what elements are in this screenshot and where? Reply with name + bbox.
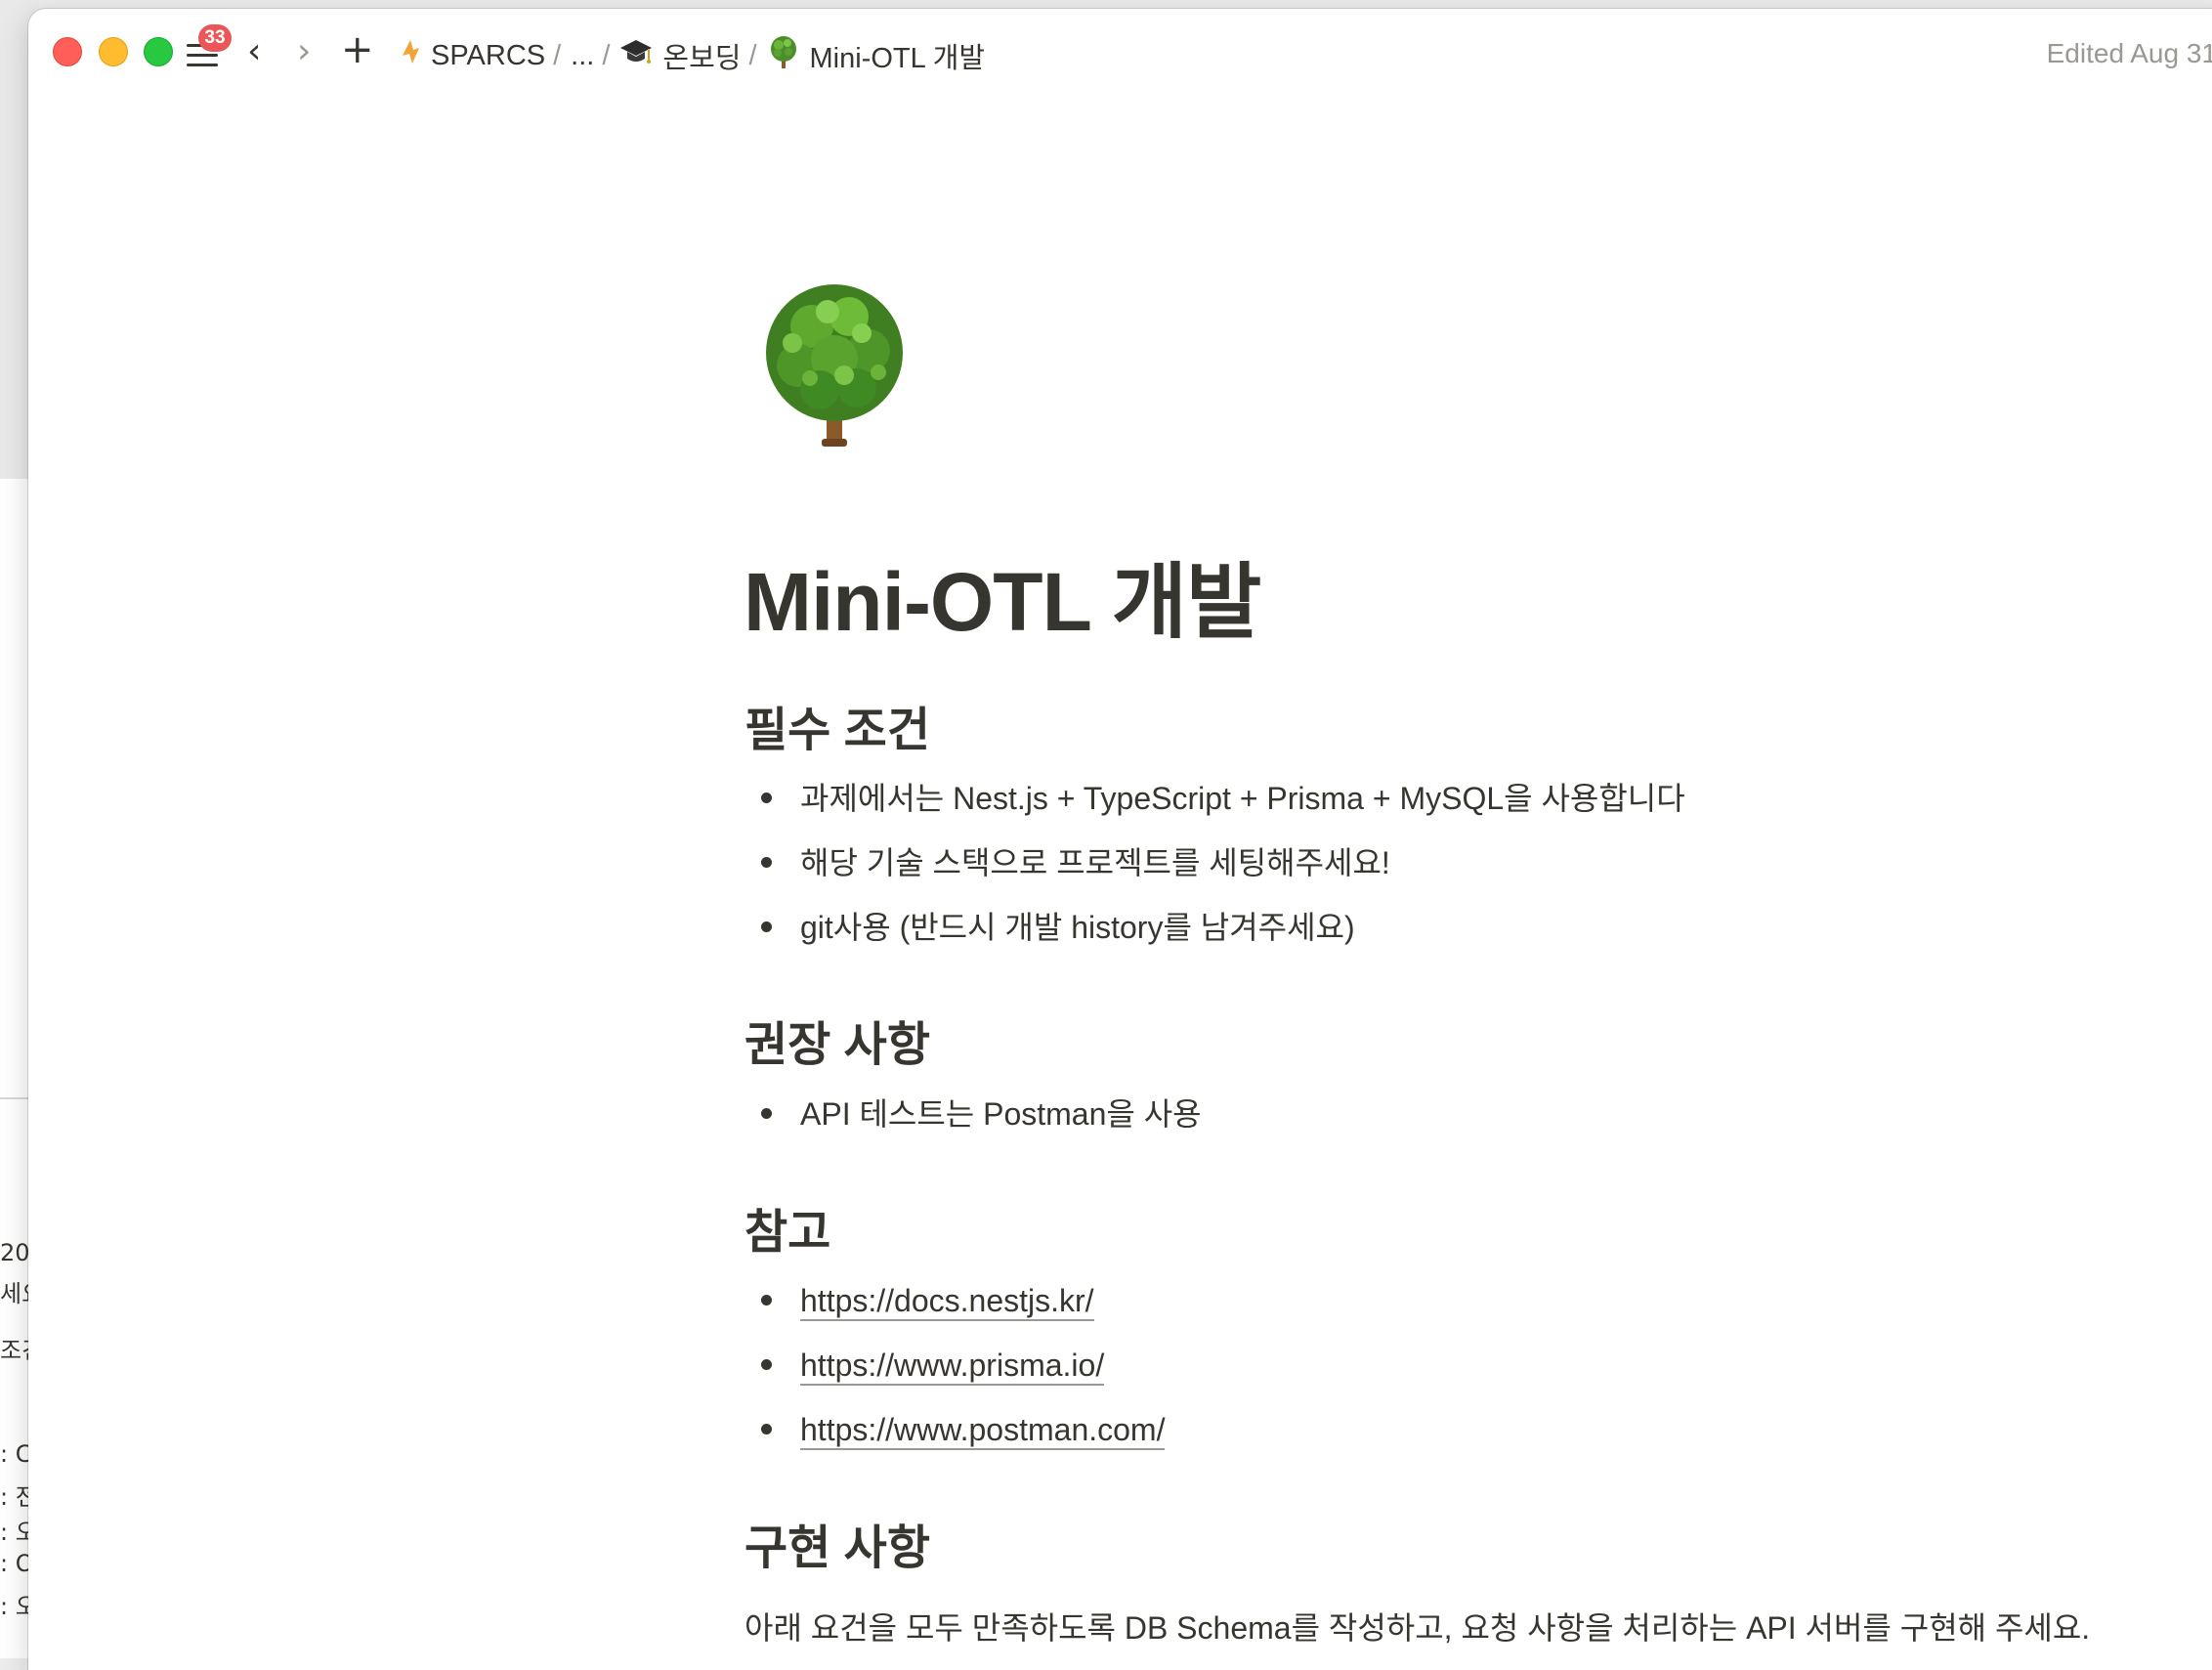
- notion-window: 33 ‹ › + SPARCS / ... / 온보딩 / Mini-OTL 개…: [28, 9, 2212, 1670]
- background-text-fragment: 20: [0, 1239, 30, 1266]
- title-bar: 33 ‹ › + SPARCS / ... / 온보딩 / Mini-OTL 개…: [28, 9, 2212, 89]
- edited-timestamp: Edited Aug 31: [2046, 38, 2212, 68]
- background-text-fragment: : C: [0, 1440, 32, 1468]
- list-item[interactable]: git사용 (반드시 개발 history를 남겨주세요): [761, 908, 1685, 972]
- list-item[interactable]: API 테스트는 Postman을 사용: [761, 1094, 1202, 1159]
- breadcrumb-separator: /: [748, 39, 757, 71]
- breadcrumb-separator: /: [602, 39, 611, 71]
- back-arrow-icon[interactable]: ‹: [247, 32, 261, 71]
- bullet-dot: [761, 792, 772, 803]
- tree-icon: [767, 34, 800, 77]
- bullet-dot: [761, 1108, 772, 1119]
- bullet-dot: [761, 1295, 772, 1306]
- recommended-list: API 테스트는 Postman을 사용: [761, 1094, 1202, 1159]
- implementation-description[interactable]: 아래 요건을 모두 만족하도록 DB Schema를 작성하고, 요청 사항을 …: [744, 1604, 2090, 1649]
- required-list: 과제에서는 Nest.js + TypeScript + Prisma + My…: [761, 779, 1685, 972]
- bullet-dot: [761, 857, 772, 868]
- page-tree-icon[interactable]: [751, 282, 917, 458]
- bullet-dot: [761, 1424, 772, 1434]
- list-item[interactable]: 과제에서는 Nest.js + TypeScript + Prisma + My…: [761, 779, 1685, 843]
- graduation-cap-icon: [619, 37, 653, 74]
- postman-link[interactable]: https://www.postman.com/: [800, 1412, 1166, 1450]
- heading-implementation[interactable]: 구현 사항: [744, 1509, 930, 1577]
- breadcrumb-item-sparcs[interactable]: SPARCS: [400, 38, 545, 73]
- list-item: https://www.postman.com/: [761, 1410, 1166, 1475]
- breadcrumb: SPARCS / ... / 온보딩 / Mini-OTL 개발: [400, 36, 985, 75]
- bullet-dot: [761, 1359, 772, 1370]
- notification-badge: 33: [198, 24, 232, 52]
- close-window-button[interactable]: [53, 37, 82, 66]
- reference-links-list: https://docs.nestjs.kr/ https://www.pris…: [761, 1281, 1166, 1475]
- heading-references[interactable]: 참고: [744, 1193, 830, 1262]
- prisma-link[interactable]: https://www.prisma.io/: [800, 1348, 1105, 1386]
- sparcs-logo-icon: [400, 38, 421, 73]
- minimize-window-button[interactable]: [99, 37, 128, 66]
- list-item: https://www.prisma.io/: [761, 1346, 1165, 1410]
- list-item[interactable]: 해당 기술 스택으로 프로젝트를 세팅해주세요!: [761, 843, 1685, 908]
- list-item: https://docs.nestjs.kr/: [761, 1281, 1165, 1346]
- page-title[interactable]: Mini-OTL 개발: [744, 536, 1261, 655]
- breadcrumb-item-onboarding[interactable]: 온보딩: [619, 35, 741, 76]
- breadcrumb-item-current-page[interactable]: Mini-OTL 개발: [767, 34, 985, 77]
- maximize-window-button[interactable]: [144, 37, 173, 66]
- breadcrumb-separator: /: [553, 39, 562, 71]
- forward-arrow-icon[interactable]: ›: [297, 32, 311, 71]
- breadcrumb-item-ellipsis[interactable]: ...: [571, 40, 594, 72]
- bullet-dot: [761, 921, 772, 932]
- heading-required[interactable]: 필수 조건: [744, 691, 930, 759]
- nestjs-docs-link[interactable]: https://docs.nestjs.kr/: [800, 1283, 1094, 1321]
- heading-recommended[interactable]: 권장 사항: [744, 1006, 930, 1074]
- new-page-plus-icon[interactable]: +: [341, 30, 374, 69]
